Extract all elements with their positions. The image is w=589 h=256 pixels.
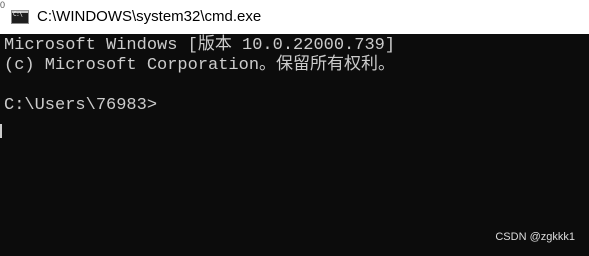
text-cursor — [0, 124, 2, 138]
window-title: C:\WINDOWS\system32\cmd.exe — [37, 8, 262, 25]
watermark: CSDN @zgkkk1 — [495, 231, 575, 243]
console-prompt[interactable]: C:\Users\76983> — [4, 96, 157, 116]
edge-mark: 0 — [0, 0, 6, 10]
console-line-version: Microsoft Windows [版本 10.0.22000.739] — [4, 36, 396, 55]
console-line-copyright: (c) Microsoft Corporation。保留所有权利。 — [4, 56, 396, 75]
console-output[interactable]: Microsoft Windows [版本 10.0.22000.739] (c… — [0, 34, 589, 256]
command-prompt-icon[interactable]: C:\ — [11, 10, 29, 24]
icon-glyph: C:\ — [13, 11, 23, 18]
cmd-window: 0 C:\ C:\WINDOWS\system32\cmd.exe Micros… — [0, 0, 589, 256]
title-bar[interactable]: 0 C:\ C:\WINDOWS\system32\cmd.exe — [0, 0, 589, 34]
